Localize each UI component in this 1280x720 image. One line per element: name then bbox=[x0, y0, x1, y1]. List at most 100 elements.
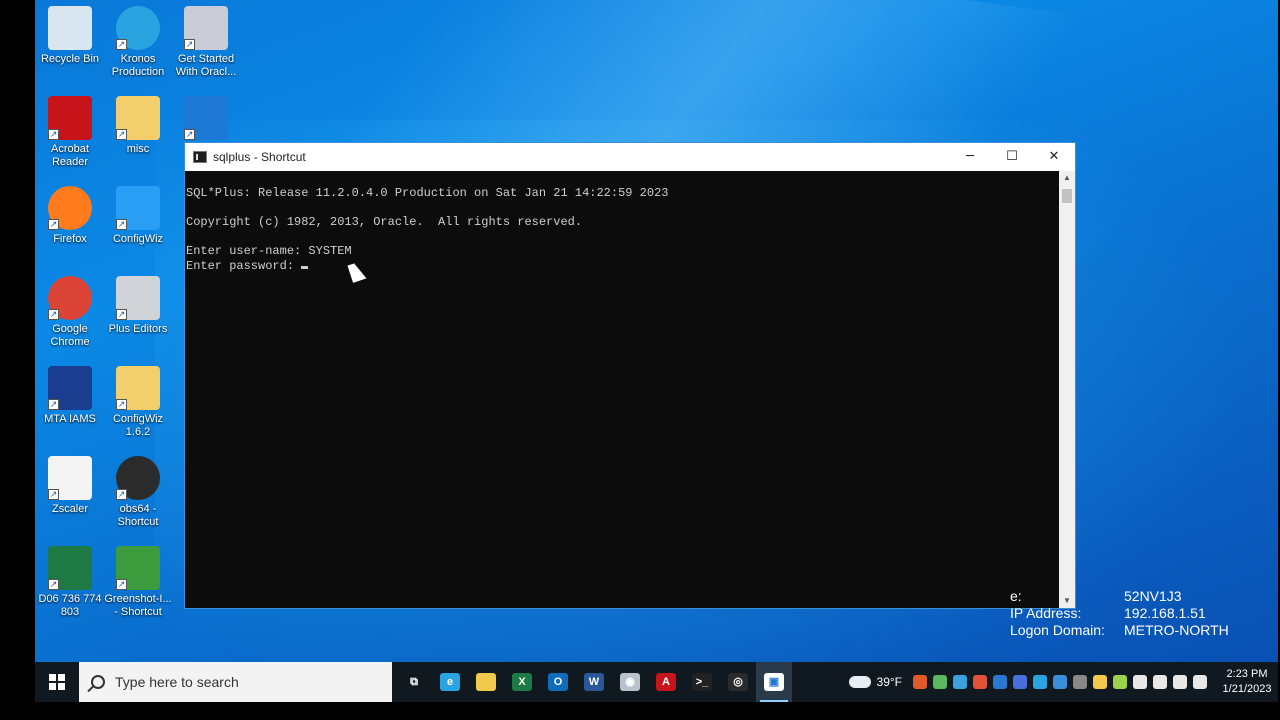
shortcut-arrow-icon: ↗ bbox=[48, 489, 59, 500]
taskbar-apps: ⧉ e X O W ◉ A >_ ◎ ▣ bbox=[396, 662, 792, 702]
shortcut-arrow-icon: ↗ bbox=[48, 579, 59, 590]
desktop-icon[interactable]: ↗ Google Chrome bbox=[35, 276, 105, 349]
system-tray: 39°F 2:23 PM 1/21/2023 bbox=[848, 662, 1278, 702]
desktop-icon[interactable]: ↗ ConfigWiz 1.6.2 bbox=[103, 366, 173, 439]
desktop-icon[interactable]: ↗ MTA IAMS bbox=[35, 366, 105, 426]
tray-icon[interactable] bbox=[1013, 675, 1027, 689]
desktop-icon[interactable]: ↗ Plus Editors bbox=[103, 276, 173, 336]
sqlplus-console-window[interactable]: sqlplus - Shortcut ─ ☐ ✕ SQL*Plus: Relea… bbox=[184, 142, 1076, 609]
taskbar-edge-button[interactable]: e bbox=[432, 662, 468, 702]
desktop-icon[interactable]: ↗ Get Started With Oracl... bbox=[171, 6, 241, 79]
desktop-icon-label: D06 736 774 803 bbox=[38, 593, 102, 618]
minimize-button[interactable]: ─ bbox=[949, 143, 991, 171]
desktop-icon-label: Get Started With Oracl... bbox=[175, 53, 237, 78]
tray-icon[interactable] bbox=[1053, 675, 1067, 689]
console-line: Copyright (c) 1982, 2013, Oracle. All ri… bbox=[186, 215, 583, 230]
tray-icon[interactable] bbox=[1033, 675, 1047, 689]
taskbar-search-box[interactable]: Type here to search bbox=[79, 662, 392, 702]
desktop-icon[interactable]: ↗ Zscaler bbox=[35, 456, 105, 516]
excel-icon: ↗ bbox=[48, 546, 92, 590]
bginfo-value: METRO-NORTH bbox=[1124, 622, 1229, 638]
shortcut-arrow-icon: ↗ bbox=[116, 39, 127, 50]
desktop-icon[interactable]: ↗ D06 736 774 803 bbox=[35, 546, 105, 619]
start-button[interactable] bbox=[35, 662, 79, 702]
desktop-icon[interactable]: ↗ bbox=[171, 96, 241, 143]
mta-iams-icon: ↗ bbox=[48, 366, 92, 410]
console-scrollbar[interactable]: ▲ ▼ bbox=[1059, 171, 1075, 608]
tray-icon[interactable] bbox=[953, 675, 967, 689]
outlook-icon: O bbox=[548, 673, 568, 691]
desktop-icon[interactable]: ↗ misc bbox=[103, 96, 173, 156]
tray-icon[interactable] bbox=[973, 675, 987, 689]
taskbar-console-window-button[interactable]: ▣ bbox=[756, 662, 792, 702]
cloud-icon bbox=[848, 676, 871, 688]
bginfo-key: e: bbox=[1010, 588, 1022, 604]
scrollbar-thumb[interactable] bbox=[1062, 189, 1072, 203]
obs-icon: ◎ bbox=[728, 673, 748, 691]
desktop-icon-label: obs64 - Shortcut bbox=[117, 503, 159, 528]
desktop-icon-label: Kronos Production bbox=[111, 53, 165, 78]
desktop-icon-label: ConfigWiz bbox=[112, 233, 164, 245]
maximize-button[interactable]: ☐ bbox=[991, 143, 1033, 171]
taskbar-terminal-button[interactable]: >_ bbox=[684, 662, 720, 702]
folder-zip-icon: ↗ bbox=[116, 366, 160, 410]
taskbar-task-view-button[interactable]: ⧉ bbox=[396, 662, 432, 702]
taskbar-outlook-button[interactable]: O bbox=[540, 662, 576, 702]
desktop-icon[interactable]: ↗ Acrobat Reader bbox=[35, 96, 105, 169]
taskbar-obs-button[interactable]: ◎ bbox=[720, 662, 756, 702]
desktop-icon[interactable]: ↗ Kronos Production bbox=[103, 6, 173, 79]
shortcut-arrow-icon: ↗ bbox=[184, 129, 195, 140]
taskbar-acrobat-button[interactable]: A bbox=[648, 662, 684, 702]
desktop-icon[interactable]: ↗ Greenshot-I... - Shortcut bbox=[103, 546, 173, 619]
close-button[interactable]: ✕ bbox=[1033, 143, 1075, 171]
bginfo-row: IP Address: 192.168.1.51 bbox=[1010, 605, 1229, 622]
tray-icon[interactable] bbox=[1093, 675, 1107, 689]
desktop-icon[interactable]: ↗ obs64 - Shortcut bbox=[103, 456, 173, 529]
task-view-icon: ⧉ bbox=[404, 673, 424, 691]
taskbar: Type here to search ⧉ e X O W ◉ A >_ ◎ ▣ 39°F 2:2… bbox=[35, 662, 1278, 702]
clock-date: 1/21/2023 bbox=[1222, 683, 1272, 695]
taskbar-vpn-button[interactable]: ◉ bbox=[612, 662, 648, 702]
tray-icon[interactable] bbox=[1153, 675, 1167, 689]
taskbar-file-explorer-button[interactable] bbox=[468, 662, 504, 702]
taskbar-word-button[interactable]: W bbox=[576, 662, 612, 702]
shortcut-arrow-icon: ↗ bbox=[116, 579, 127, 590]
desktop-icon[interactable]: ↗ ConfigWiz bbox=[103, 186, 173, 246]
weather-widget[interactable]: 39°F bbox=[848, 675, 902, 689]
text-cursor bbox=[301, 265, 309, 269]
tray-icon[interactable] bbox=[933, 675, 947, 689]
chrome-icon: ↗ bbox=[48, 276, 92, 320]
letterbox-bottom bbox=[0, 702, 1280, 720]
tray-icon[interactable] bbox=[1173, 675, 1187, 689]
recycle-bin-icon bbox=[48, 6, 92, 50]
tray-icon[interactable] bbox=[913, 675, 927, 689]
console-line: Enter user-name: SYSTEM bbox=[186, 244, 352, 259]
console-line: SQL*Plus: Release 11.2.0.4.0 Production … bbox=[186, 186, 669, 200]
desktop-icon-label: MTA IAMS bbox=[44, 413, 96, 425]
letterbox-left bbox=[0, 0, 35, 720]
scroll-up-arrow-icon[interactable]: ▲ bbox=[1059, 171, 1075, 185]
tray-icon[interactable] bbox=[1133, 675, 1147, 689]
windows-logo-icon bbox=[49, 674, 65, 690]
tray-icon[interactable] bbox=[1113, 675, 1127, 689]
desktop-icon-label: Firefox bbox=[53, 233, 87, 245]
desktop-icon[interactable]: ↗ Firefox bbox=[35, 186, 105, 246]
search-icon bbox=[91, 675, 105, 689]
shortcut-arrow-icon: ↗ bbox=[48, 309, 59, 320]
tray-icon[interactable] bbox=[1073, 675, 1087, 689]
file-explorer-icon bbox=[476, 673, 496, 691]
tray-icon[interactable] bbox=[1193, 675, 1207, 689]
greenshot-icon: ↗ bbox=[116, 546, 160, 590]
terminal-icon: >_ bbox=[692, 673, 712, 691]
weather-temperature: 39°F bbox=[876, 675, 902, 689]
desktop-icon[interactable]: Recycle Bin bbox=[35, 6, 105, 66]
taskbar-excel-button[interactable]: X bbox=[504, 662, 540, 702]
console-password-line: Enter password: bbox=[186, 259, 1061, 274]
window-titlebar[interactable]: sqlplus - Shortcut ─ ☐ ✕ bbox=[185, 143, 1075, 171]
shortcut-arrow-icon: ↗ bbox=[116, 309, 127, 320]
firefox-icon: ↗ bbox=[48, 186, 92, 230]
console-output[interactable]: SQL*Plus: Release 11.2.0.4.0 Production … bbox=[185, 171, 1061, 608]
tray-icon[interactable] bbox=[993, 675, 1007, 689]
taskbar-clock[interactable]: 2:23 PM 1/21/2023 bbox=[1216, 667, 1278, 697]
folder-icon: ↗ bbox=[116, 96, 160, 140]
